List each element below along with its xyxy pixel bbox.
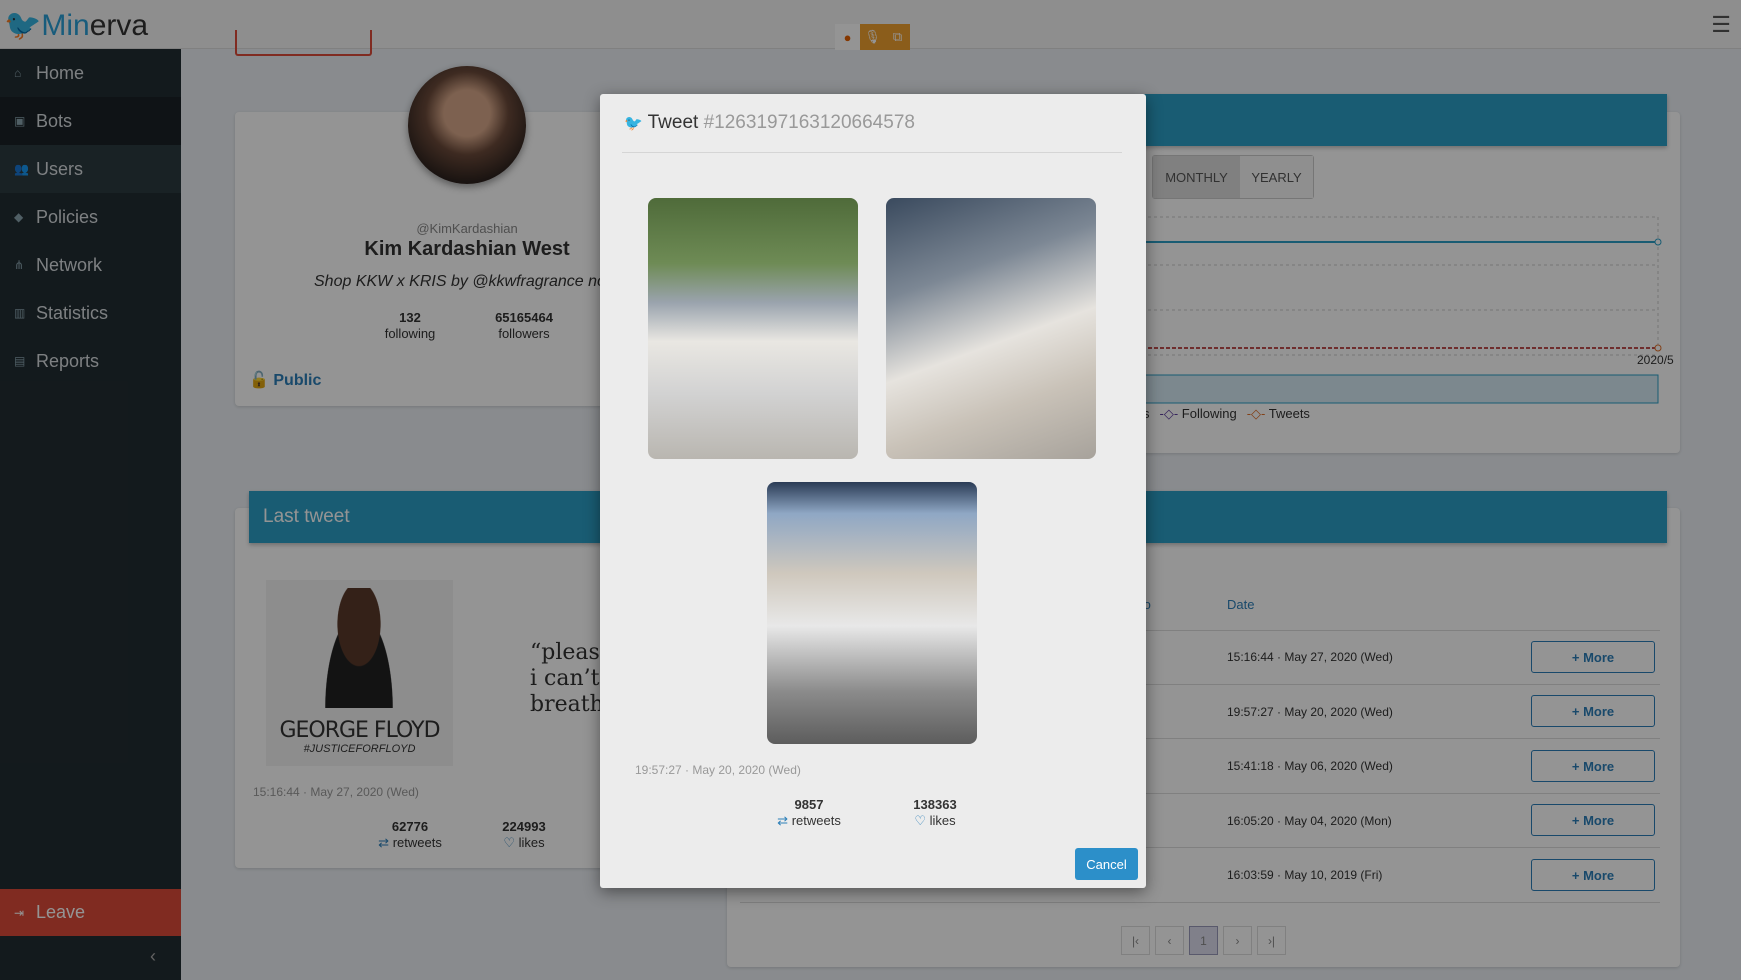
modal-retweets: 9857 ⇄ retweets bbox=[777, 797, 841, 830]
modal-likes: 138363 ♡ likes bbox=[913, 797, 956, 830]
retweet-label: retweets bbox=[791, 813, 841, 828]
like-count: 138363 bbox=[913, 797, 957, 812]
tweet-photo-3[interactable] bbox=[767, 482, 977, 744]
retweet-count: 9857 bbox=[794, 797, 824, 812]
divider bbox=[622, 152, 1122, 153]
tweet-photo-2[interactable] bbox=[886, 198, 1096, 459]
modal-title: 🐦 Tweet #1263197163120664578 bbox=[624, 112, 915, 134]
retweet-icon: ⇄ bbox=[777, 813, 792, 828]
bird-icon: 🐦 bbox=[624, 115, 643, 132]
tweet-photo-1[interactable] bbox=[648, 198, 858, 459]
like-label: likes bbox=[929, 813, 956, 828]
tweet-modal: 🐦 Tweet #1263197163120664578 19:57:27 · … bbox=[600, 94, 1146, 888]
tweet-date: 19:57:27 · May 20, 2020 (Wed) bbox=[635, 763, 801, 777]
tweet-id: #1263197163120664578 bbox=[703, 112, 915, 133]
modal-title-text: Tweet bbox=[647, 112, 699, 133]
cancel-button[interactable]: Cancel bbox=[1075, 848, 1138, 880]
heart-icon: ♡ bbox=[914, 813, 930, 828]
